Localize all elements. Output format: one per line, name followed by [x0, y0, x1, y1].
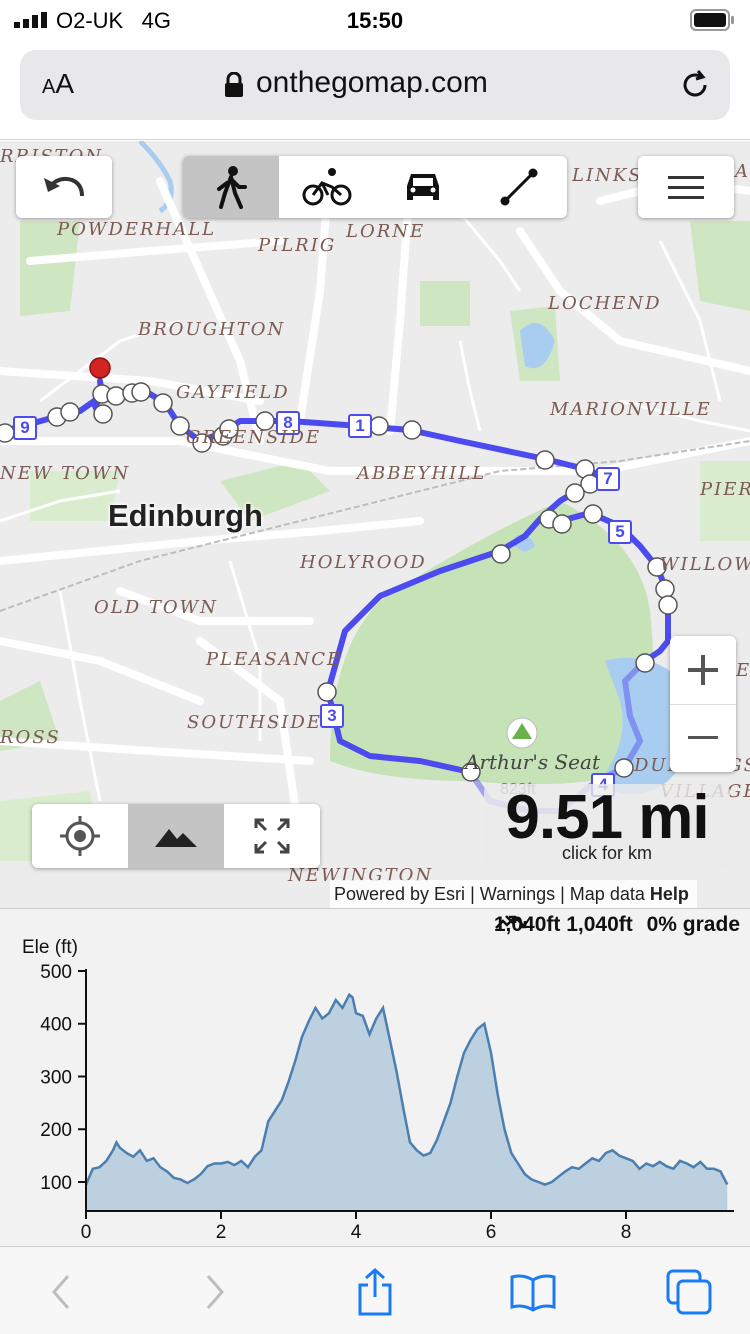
bookmarks-button[interactable] [508, 1267, 558, 1317]
map-attribution: Powered by Esri | Warnings | Map data He… [330, 880, 697, 908]
share-icon [358, 1267, 392, 1316]
status-bar: O2-UK 4G 15:50 [0, 0, 750, 40]
place-label: PILRIG [258, 235, 337, 256]
place-label: HOLYROOD [300, 552, 427, 573]
minus-icon [688, 736, 718, 739]
straight-line-icon [500, 168, 538, 206]
map-data-link[interactable]: Map data [570, 884, 645, 904]
back-icon [52, 1275, 70, 1309]
place-label: PLEASANCE [206, 649, 343, 670]
menu-button[interactable] [638, 156, 734, 218]
x-tick-label: 8 [621, 1222, 632, 1243]
mountain-icon [155, 829, 197, 847]
x-tick-label: 6 [486, 1222, 497, 1243]
fullscreen-icon [254, 818, 290, 854]
place-label: POWDERHALL [57, 219, 217, 240]
place-label: A [735, 161, 750, 182]
browser-toolbar [0, 1246, 750, 1334]
place-label: ROSS [0, 727, 61, 748]
tabs-icon [666, 1269, 712, 1315]
place-label: OLD TOWN [94, 597, 218, 618]
mile-marker-5: 5 [608, 520, 632, 544]
url-text[interactable]: onthegomap.com [256, 66, 488, 100]
peak-name: Arthur's Seat [465, 750, 600, 774]
plus-icon [688, 655, 718, 685]
text-size-button[interactable]: AA [42, 68, 74, 100]
car-icon [407, 174, 439, 200]
fullscreen-button[interactable] [224, 804, 320, 868]
walk-mode-button[interactable] [183, 156, 279, 218]
bike-icon [302, 168, 352, 206]
hamburger-menu-icon [668, 176, 704, 199]
share-button[interactable] [350, 1267, 400, 1317]
zoom-out-button[interactable] [670, 704, 736, 772]
reload-icon[interactable] [678, 68, 712, 102]
place-label: SOUTHSIDE [187, 712, 322, 733]
place-label: BROUGHTON [138, 319, 286, 340]
crosshair-location-icon [60, 816, 100, 856]
elevation-chart: 100 200 300 400 500 0 2 4 6 8 [40, 962, 734, 1243]
place-label: LINKS [572, 165, 643, 186]
tabs-button[interactable] [664, 1267, 714, 1317]
esri-credit-link[interactable]: Powered by Esri [334, 884, 465, 904]
zoom-control [670, 636, 736, 772]
battery-icon [690, 9, 734, 31]
end-marker [89, 357, 111, 379]
y-tick-label: 300 [40, 1067, 72, 1088]
address-bar[interactable]: AA onthegomap.com [20, 50, 730, 120]
lock-icon [225, 72, 243, 97]
x-tick-label: 4 [351, 1222, 362, 1243]
map-view-controls [32, 804, 320, 868]
y-tick-label: 100 [40, 1173, 72, 1194]
walk-icon [217, 166, 247, 209]
place-label: WILLOWBR [660, 554, 750, 575]
undo-button[interactable] [16, 156, 112, 218]
x-tick-label: 2 [216, 1222, 227, 1243]
travel-mode-selector [183, 156, 567, 218]
place-label: NEW TOWN [0, 463, 131, 484]
city-label: Edinburgh [108, 498, 263, 533]
mile-marker-9: 9 [13, 416, 37, 440]
warnings-link[interactable]: Warnings [480, 884, 555, 904]
forward-icon [206, 1275, 224, 1309]
bike-mode-button[interactable] [279, 156, 375, 218]
zoom-in-button[interactable] [670, 636, 736, 704]
map-view[interactable]: 9 8 1 7 5 3 4 RRISTON POWDERHALL PILRIG … [0, 141, 750, 908]
elevation-panel[interactable]: 1,040ft 1,040ft 0% grade Ele (ft) 100 200… [0, 908, 750, 1246]
elevation-area [86, 994, 728, 1211]
back-button[interactable] [36, 1267, 86, 1317]
place-label: GAYFIELD [176, 382, 290, 403]
mile-marker-1: 1 [348, 414, 372, 438]
x-tick-label: 0 [81, 1222, 92, 1243]
distance-units-hint: click for km [562, 843, 652, 863]
car-mode-button[interactable] [375, 156, 471, 218]
mile-marker-3: 3 [320, 704, 344, 728]
place-label: LOCHEND [548, 293, 662, 314]
place-label: MARIONVILLE [550, 399, 712, 420]
place-label: GREENSIDE [186, 427, 321, 448]
y-tick-label: 200 [40, 1120, 72, 1141]
place-label: PIERS [700, 479, 750, 500]
place-label: ABBEYHILL [357, 463, 487, 484]
undo-icon [44, 176, 84, 197]
straight-line-mode-button[interactable] [471, 156, 567, 218]
distance-display[interactable]: 9.51 mi click for km [484, 783, 730, 870]
y-tick-label: 400 [40, 1015, 72, 1036]
elevation-toggle-button[interactable] [128, 804, 224, 868]
help-link[interactable]: Help [650, 884, 689, 904]
bookmarks-icon [510, 1274, 556, 1312]
locate-me-button[interactable] [32, 804, 128, 868]
mile-marker-7: 7 [596, 467, 620, 491]
place-label: EA [736, 660, 750, 681]
browser-address-area: AA onthegomap.com [0, 40, 750, 140]
forward-button[interactable] [190, 1267, 240, 1317]
y-tick-label: 500 [40, 962, 72, 983]
clock: 15:50 [346, 8, 404, 33]
place-label: LORNE [346, 221, 426, 242]
